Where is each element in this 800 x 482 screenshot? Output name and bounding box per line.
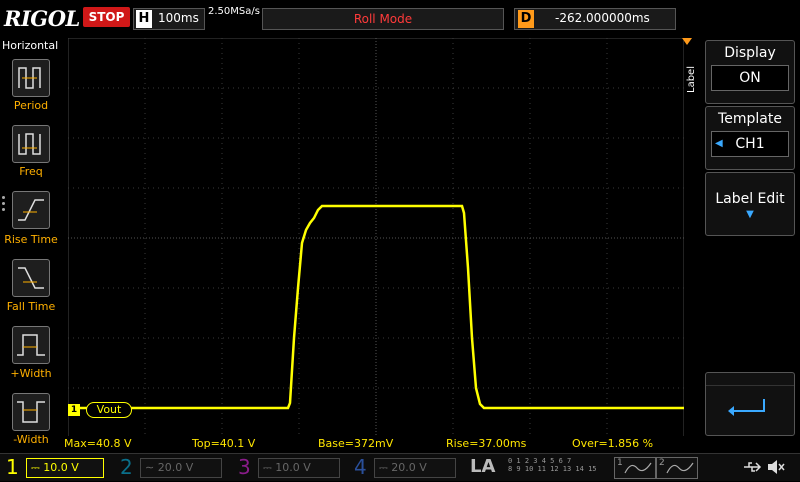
channel3-scale-value: 10.0 V bbox=[275, 461, 311, 474]
scroll-indicator bbox=[2, 193, 6, 214]
dc-coupling-icon: ⎓ bbox=[263, 461, 272, 474]
rise-time-label: Rise Time bbox=[4, 233, 58, 246]
waveform-display[interactable] bbox=[68, 38, 684, 438]
period-icon bbox=[18, 67, 41, 89]
pos-width-icon bbox=[17, 334, 45, 356]
readout-over: Over=1.856 % bbox=[572, 437, 654, 450]
left-arrow-icon: ◀ bbox=[715, 138, 723, 149]
channel1-label: Vout bbox=[86, 402, 132, 418]
trigger-position-marker bbox=[682, 38, 692, 45]
measurement-readouts: Max=40.8 V Top=40.1 V Base=372mV Rise=37… bbox=[62, 436, 684, 452]
math1-button[interactable]: 1 bbox=[614, 457, 656, 479]
rigol-logo: RIGOL bbox=[4, 6, 80, 31]
label-edit-softkey[interactable]: Label Edit ▼ bbox=[705, 172, 795, 236]
acquisition-mode: Roll Mode bbox=[262, 8, 504, 30]
readout-rise: Rise=37.00ms bbox=[446, 437, 527, 450]
menu-tab-label: Label bbox=[686, 66, 697, 94]
freq-icon bbox=[18, 133, 41, 155]
fall-time-measure-button[interactable] bbox=[12, 259, 50, 297]
template-softkey-title: Template bbox=[718, 111, 782, 127]
sample-rate: 2.50MSa/s bbox=[208, 6, 260, 17]
channel3-scale[interactable]: ⎓ 10.0 V bbox=[258, 458, 340, 478]
delay-letter: D bbox=[518, 10, 534, 28]
channel-status-bar: 1 ⎓ 10.0 V 2 ∼ 20.0 V 3 ⎓ 10.0 V 4 ⎓ 20.… bbox=[0, 453, 800, 481]
channel1-scale-value: 10.0 V bbox=[43, 461, 79, 474]
fall-time-label: Fall Time bbox=[6, 300, 56, 313]
rise-time-measure-button[interactable] bbox=[12, 191, 50, 229]
template-softkey-value: ◀ CH1 bbox=[711, 131, 789, 157]
channel4-scale[interactable]: ⎓ 20.0 V bbox=[374, 458, 456, 478]
down-arrow-icon: ▼ bbox=[746, 209, 754, 220]
readout-max: Max=40.8 V bbox=[64, 437, 132, 450]
freq-measure-button[interactable] bbox=[12, 125, 50, 163]
speaker-muted-icon[interactable] bbox=[766, 458, 786, 476]
timebase-box[interactable]: H 100ms bbox=[133, 8, 205, 30]
channel1-scale[interactable]: ⎓ 10.0 V bbox=[26, 458, 104, 478]
measure-panel: Horizontal Period Freq Rise Time Fall Ti… bbox=[0, 37, 62, 453]
logic-channels-low: 0 1 2 3 4 5 6 7 bbox=[508, 457, 572, 465]
logic-channels-high: 8 9 10 11 12 13 14 15 bbox=[508, 465, 597, 473]
channel2-scale-value: 20.0 V bbox=[157, 461, 194, 474]
channel4-number[interactable]: 4 bbox=[354, 455, 367, 479]
channel3-number[interactable]: 3 bbox=[238, 455, 251, 479]
run-stop-status[interactable]: STOP bbox=[83, 7, 130, 27]
neg-width-icon bbox=[17, 401, 45, 423]
period-measure-button[interactable] bbox=[12, 59, 50, 97]
label-edit-softkey-title: Label Edit bbox=[715, 191, 785, 207]
rise-time-icon bbox=[18, 199, 44, 221]
pos-width-measure-button[interactable] bbox=[12, 326, 50, 364]
channel1-number[interactable]: 1 bbox=[6, 455, 19, 479]
math2-number: 2 bbox=[659, 458, 665, 468]
period-label: Period bbox=[13, 99, 49, 112]
dc-coupling-icon: ⎓ bbox=[379, 461, 388, 474]
readout-base: Base=372mV bbox=[318, 437, 394, 450]
fall-time-icon bbox=[18, 267, 44, 289]
usb-icon bbox=[744, 462, 762, 472]
enter-softkey[interactable] bbox=[705, 372, 795, 436]
logic-analyzer-button[interactable]: LA bbox=[470, 456, 495, 477]
pos-width-label: +Width bbox=[10, 367, 52, 380]
measure-panel-title: Horizontal bbox=[2, 39, 59, 52]
freq-label: Freq bbox=[19, 165, 43, 178]
ac-coupling-icon: ∼ bbox=[145, 461, 155, 474]
neg-width-measure-button[interactable] bbox=[12, 393, 50, 431]
timebase-value: 100ms bbox=[158, 11, 199, 25]
logic-channel-map: 0 1 2 3 4 5 6 7 8 9 10 11 12 13 14 15 bbox=[508, 457, 597, 473]
math1-number: 1 bbox=[617, 458, 623, 468]
neg-width-label: -Width bbox=[13, 433, 49, 446]
channel1-ground-marker[interactable]: 1 bbox=[68, 404, 80, 416]
display-softkey[interactable]: Display ON bbox=[705, 40, 795, 104]
delay-box[interactable]: D -262.000000ms bbox=[514, 8, 676, 30]
template-softkey-value-text: CH1 bbox=[735, 136, 765, 152]
timebase-letter: H bbox=[136, 10, 152, 28]
top-status-bar: RIGOL STOP H 100ms 2.50MSa/s Roll Mode D… bbox=[0, 0, 800, 36]
readout-top: Top=40.1 V bbox=[192, 437, 256, 450]
delay-value: -262.000000ms bbox=[555, 11, 650, 25]
channel2-scale[interactable]: ∼ 20.0 V bbox=[140, 458, 222, 478]
display-softkey-value: ON bbox=[711, 65, 789, 91]
channel4-scale-value: 20.0 V bbox=[391, 461, 427, 474]
dc-coupling-icon: ⎓ bbox=[31, 461, 40, 474]
display-softkey-title: Display bbox=[724, 45, 776, 61]
enter-softkey-header bbox=[706, 373, 794, 386]
math2-button[interactable]: 2 bbox=[656, 457, 698, 479]
channel2-number[interactable]: 2 bbox=[120, 455, 133, 479]
template-softkey[interactable]: Template ◀ CH1 bbox=[705, 106, 795, 170]
